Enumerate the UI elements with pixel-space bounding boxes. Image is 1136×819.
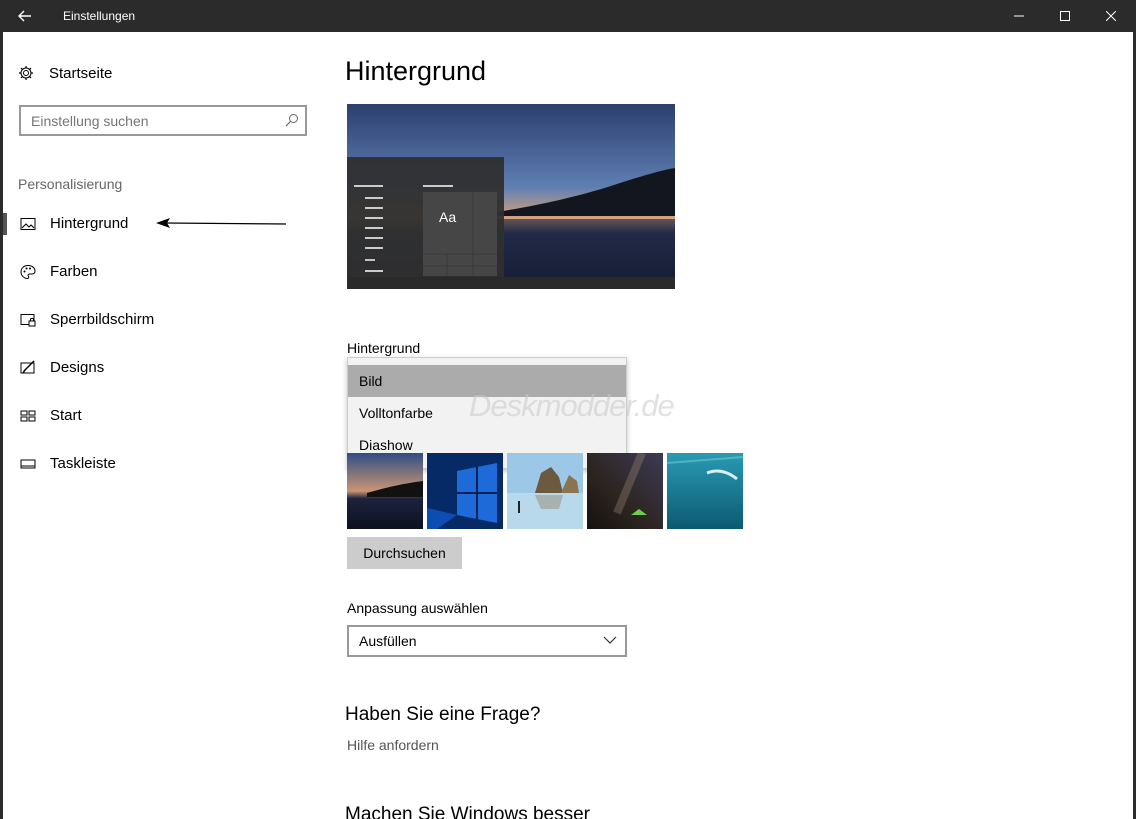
- gear-icon: [19, 66, 33, 80]
- active-indicator: [3, 213, 7, 235]
- sidebar-item-label: Sperrbildschirm: [50, 311, 155, 328]
- picture-icon: [20, 218, 36, 230]
- search-box[interactable]: [19, 105, 307, 136]
- taskbar-icon: [20, 459, 36, 469]
- preview-image: [347, 104, 675, 289]
- background-label: Hintergrund: [347, 340, 421, 356]
- section-label: Personalisierung: [18, 176, 123, 192]
- background-preview: Aa: [347, 104, 675, 289]
- maximize-button[interactable]: [1042, 0, 1088, 32]
- sidebar-item-label: Hintergrund: [50, 215, 129, 232]
- minimize-button[interactable]: [996, 0, 1042, 32]
- sidebar-item-label: Farben: [50, 263, 98, 280]
- back-button[interactable]: [5, 0, 45, 32]
- settings-window: Startseite Personalisierung Hintergrund …: [3, 32, 1133, 819]
- preview-tile-label: Aa: [439, 209, 457, 225]
- close-button[interactable]: [1088, 0, 1134, 32]
- watermark: Deskmodder.de: [469, 388, 675, 423]
- sidebar-item-label: Start: [50, 407, 82, 424]
- home-label: Startseite: [49, 64, 113, 82]
- search-icon[interactable]: [285, 113, 299, 127]
- picture-thumbnail[interactable]: [347, 453, 423, 529]
- fit-select[interactable]: Ausfüllen: [347, 625, 627, 657]
- chevron-down-icon: [603, 636, 617, 644]
- improve-heading: Machen Sie Windows besser: [345, 804, 590, 819]
- fit-select-value: Ausfüllen: [359, 633, 417, 649]
- picture-thumbnail[interactable]: [667, 453, 743, 529]
- minimize-icon: [1014, 15, 1024, 17]
- palette-icon: [20, 264, 36, 280]
- picture-thumbnail[interactable]: [427, 453, 503, 529]
- picture-thumbnail[interactable]: [587, 453, 663, 529]
- search-input[interactable]: [31, 112, 271, 130]
- sidebar-item-sperrbildschirm[interactable]: Sperrbildschirm: [3, 300, 303, 340]
- question-heading: Haben Sie eine Frage?: [345, 704, 541, 725]
- start-tiles-icon: [20, 410, 36, 422]
- sidebar-item-start[interactable]: Start: [3, 396, 303, 436]
- back-arrow-icon: [18, 10, 31, 22]
- lock-screen-icon: [20, 314, 36, 327]
- sidebar-item-farben[interactable]: Farben: [3, 252, 303, 292]
- window-title: Einstellungen: [63, 9, 136, 23]
- maximize-icon: [1060, 11, 1070, 21]
- fit-label: Anpassung auswählen: [347, 600, 488, 616]
- designs-icon: [20, 360, 35, 374]
- sidebar-item-label: Taskleiste: [50, 455, 116, 472]
- title-bar: Einstellungen: [0, 0, 1136, 32]
- picture-thumbnail[interactable]: [507, 453, 583, 529]
- close-icon: [1106, 11, 1116, 21]
- browse-button[interactable]: Durchsuchen: [347, 537, 462, 569]
- sidebar-item-taskleiste[interactable]: Taskleiste: [3, 444, 303, 484]
- home-link[interactable]: Startseite: [18, 62, 112, 84]
- page-title: Hintergrund: [345, 56, 487, 86]
- help-link[interactable]: Hilfe anfordern: [347, 737, 439, 753]
- sidebar-item-label: Designs: [50, 359, 105, 376]
- sidebar-item-designs[interactable]: Designs: [3, 348, 303, 388]
- annotation-arrow: [156, 218, 287, 228]
